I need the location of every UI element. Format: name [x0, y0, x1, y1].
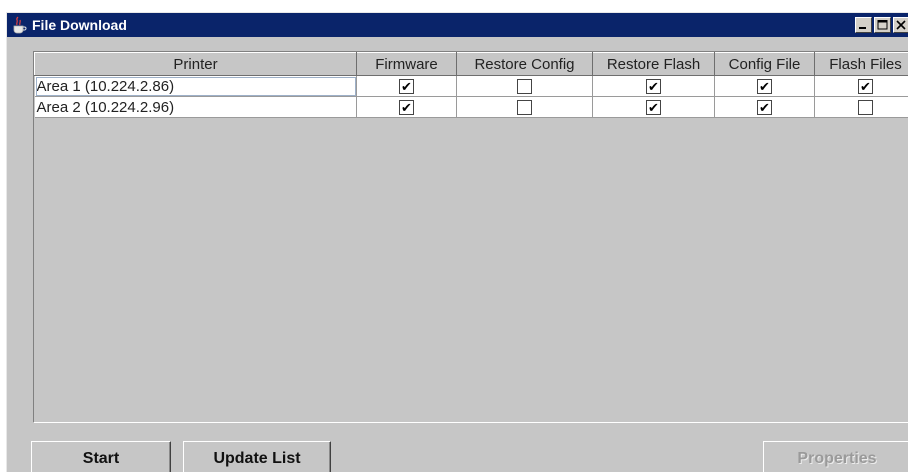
close-button[interactable]	[893, 17, 908, 33]
column-header-printer[interactable]: Printer	[34, 52, 357, 76]
restore-flash-checkbox[interactable]: ✔	[646, 79, 661, 95]
restore-config-cell	[456, 96, 593, 118]
firmware-cell: ✔	[356, 75, 457, 97]
file-download-window: File Download Printer Firmware Restore C…	[6, 12, 908, 472]
printer-table-panel: Printer Firmware Restore Config Restore …	[33, 51, 908, 423]
restore-flash-checkbox[interactable]: ✔	[646, 100, 661, 116]
restore-flash-cell: ✔	[592, 75, 715, 97]
printer-cell[interactable]: Area 1 (10.224.2.86)	[34, 75, 357, 97]
start-button[interactable]: Start	[31, 441, 171, 472]
column-header-config-file[interactable]: Config File	[714, 52, 815, 76]
update-list-button[interactable]: Update List	[183, 441, 331, 472]
config-file-checkbox[interactable]: ✔	[757, 100, 772, 116]
java-cup-icon	[11, 16, 27, 34]
minimize-button[interactable]	[855, 17, 872, 33]
config-file-checkbox[interactable]: ✔	[757, 79, 772, 95]
column-header-flash-files[interactable]: Flash Files	[814, 52, 908, 76]
flash-files-cell: ✔	[814, 75, 908, 97]
flash-files-checkbox[interactable]	[858, 100, 873, 116]
column-header-restore-flash[interactable]: Restore Flash	[592, 52, 715, 76]
table-header-row: Printer Firmware Restore Config Restore …	[34, 52, 908, 76]
printer-cell[interactable]: Area 2 (10.224.2.96)	[34, 96, 357, 118]
firmware-cell: ✔	[356, 96, 457, 118]
column-header-restore-config[interactable]: Restore Config	[456, 52, 593, 76]
restore-config-checkbox[interactable]	[517, 100, 532, 116]
table-row[interactable]: Area 2 (10.224.2.96) ✔ ✔ ✔	[34, 96, 908, 118]
restore-flash-cell: ✔	[592, 96, 715, 118]
flash-files-cell	[814, 96, 908, 118]
printer-table: Printer Firmware Restore Config Restore …	[34, 52, 908, 118]
config-file-cell: ✔	[714, 96, 815, 118]
column-header-firmware[interactable]: Firmware	[356, 52, 457, 76]
table-row[interactable]: Area 1 (10.224.2.86) ✔ ✔ ✔ ✔	[34, 75, 908, 97]
window-title: File Download	[32, 17, 127, 33]
maximize-button[interactable]	[874, 17, 891, 33]
properties-button[interactable]: Properties	[763, 441, 908, 472]
config-file-cell: ✔	[714, 75, 815, 97]
flash-files-checkbox[interactable]: ✔	[858, 79, 873, 95]
restore-config-checkbox[interactable]	[517, 79, 532, 95]
restore-config-cell	[456, 75, 593, 97]
firmware-checkbox[interactable]: ✔	[399, 100, 414, 116]
title-bar[interactable]: File Download	[7, 13, 908, 37]
firmware-checkbox[interactable]: ✔	[399, 79, 414, 95]
